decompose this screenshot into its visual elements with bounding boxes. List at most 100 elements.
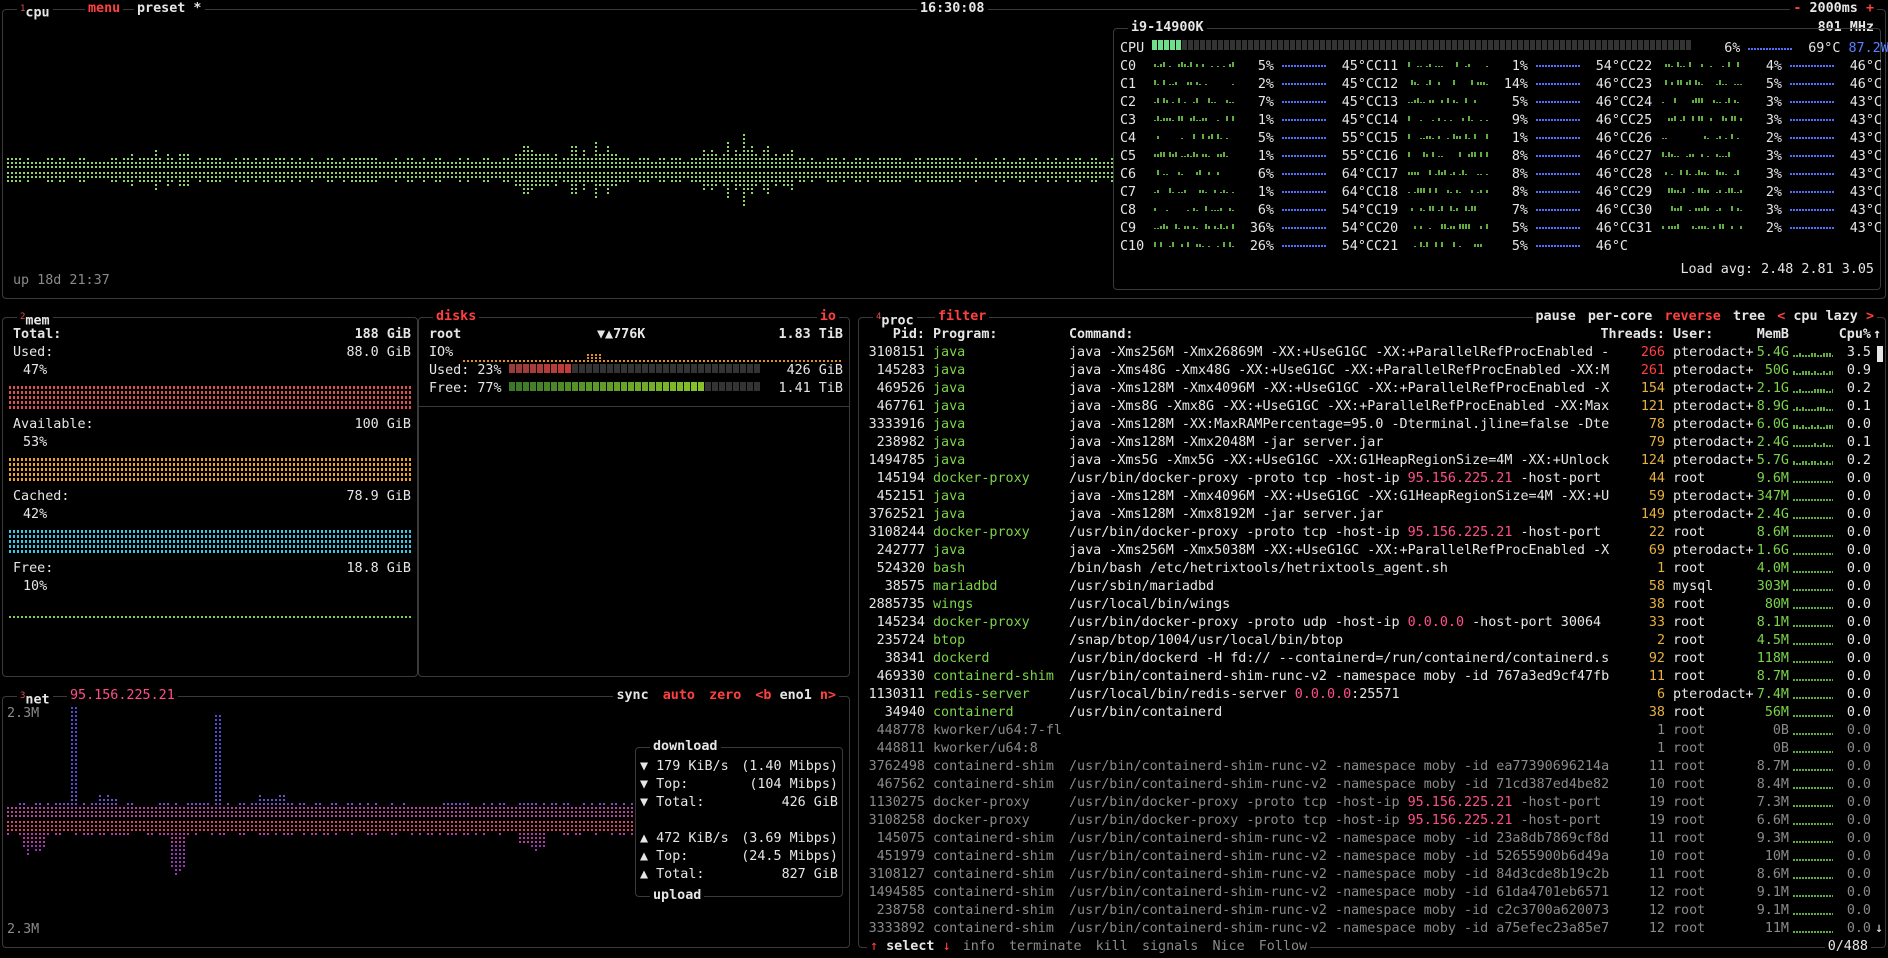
mem-graph-dot [409, 406, 411, 409]
preset-button[interactable]: preset * [134, 1, 205, 17]
cpu-graph-dot [1035, 158, 1037, 160]
mem-graph-dot [249, 550, 251, 553]
cpu-graph-dot [235, 162, 237, 164]
mem-graph-dot [241, 401, 243, 404]
cpu-graph-dot [107, 176, 109, 178]
zero-toggle[interactable]: zero [709, 688, 741, 703]
temp-dot [1799, 119, 1801, 121]
mem-graph-dot [81, 463, 83, 466]
interval-decrease[interactable]: - [1793, 1, 1801, 16]
mem-graph-dot [389, 545, 391, 548]
cpu-graph-dot [815, 166, 817, 168]
cpu-graph-dot [615, 184, 617, 186]
menu-button[interactable]: menu [85, 1, 124, 17]
mem-graph-dot [305, 463, 307, 466]
cpu-graph-dot [279, 158, 281, 160]
mem-graph-dot [101, 391, 103, 394]
core-pct: 2% [1765, 185, 1782, 200]
temp-dot [1285, 155, 1287, 157]
cpu-graph-dot [295, 176, 297, 178]
sync-toggle[interactable]: sync [616, 688, 648, 703]
cpu-graph-dot [727, 158, 729, 160]
auto-toggle[interactable]: auto [663, 688, 695, 703]
interval-increase[interactable]: + [1866, 1, 1874, 16]
cpu-graph-dot [715, 158, 717, 160]
iface-next[interactable]: n> [820, 688, 836, 703]
mem-graph-dot [237, 396, 239, 399]
meter-cell [1170, 40, 1176, 50]
temp-dot [1578, 65, 1580, 67]
cpu-graph-dot [183, 176, 185, 178]
temp-dot [1560, 245, 1562, 247]
cpu-graph-dot [531, 176, 533, 178]
core-spark-dot [1677, 190, 1679, 193]
cpu-graph-dot [1051, 166, 1053, 168]
cpu-graph-dot [179, 172, 181, 174]
mem-graph-dot [233, 396, 235, 399]
core-spark-dot [1453, 242, 1455, 247]
core-temp-graph [1790, 93, 1842, 111]
mem-graph-dot [125, 463, 127, 466]
mem-graph-dot [49, 458, 51, 461]
mem-graph-dot [69, 463, 71, 466]
mem-graph-dot [57, 535, 59, 538]
mem-graph-dot [41, 478, 43, 481]
core-sparkline [1662, 98, 1739, 103]
mem-graph-dot [369, 535, 371, 538]
cpu-graph-dot [855, 180, 857, 182]
cpu-graph-dot [431, 172, 433, 174]
temp-dot [1790, 119, 1792, 121]
disk-used-meter-bar [509, 364, 760, 373]
mem-graph-dot [25, 535, 27, 538]
cpu-graph-dot [1023, 166, 1025, 168]
temp-dot [1554, 83, 1556, 85]
net-dl-dot [75, 731, 77, 733]
core-usage-graph [1662, 111, 1742, 129]
core-name: C3 [1120, 113, 1137, 128]
mem-cached-value: 78.9 GiB [346, 489, 412, 504]
cpu-graph-dot [767, 158, 769, 160]
mem-graph-dot [353, 396, 355, 399]
mem-graph-dot [165, 540, 167, 543]
io-toggle[interactable]: io [816, 309, 839, 325]
cpu-graph-dot [359, 158, 361, 160]
temp-dot [1282, 209, 1284, 211]
core-spark-dot [1199, 120, 1201, 121]
update-interval[interactable]: - 2000ms + [1790, 1, 1877, 17]
cpu-graph-dot [115, 162, 117, 164]
core-spark-dot [1154, 192, 1156, 193]
mem-graph-dot [157, 530, 159, 533]
mem-graph-dot [309, 473, 311, 476]
iface-prev[interactable]: <b [755, 688, 771, 703]
net-ul-dot [11, 821, 13, 823]
cpu-graph-dot [967, 172, 969, 174]
core-temp-sparkline [1790, 137, 1834, 139]
core-spark-dot [1465, 134, 1467, 139]
temp-dot [1566, 119, 1568, 121]
net-ul-dot [67, 825, 69, 827]
core-name: C23 [1628, 77, 1653, 92]
core-spark-dot [1722, 224, 1724, 229]
mem-graph-dot [329, 401, 331, 404]
mem-graph-dot [329, 535, 331, 538]
mem-graph-dot [265, 478, 267, 481]
cpu-graph-dot [531, 172, 533, 174]
cpu-graph-dot [135, 172, 137, 174]
cpu-tab[interactable]: 1cpu [17, 1, 53, 22]
core-spark-dot [1157, 98, 1159, 103]
disks-tab[interactable]: disks [433, 309, 480, 325]
mem-graph-dot [165, 458, 167, 461]
mem-graph-dot [97, 463, 99, 466]
core-name: C30 [1628, 203, 1653, 218]
net-dl-dot [71, 803, 73, 805]
cpu-graph-dot [535, 176, 537, 178]
temp-dot [1823, 227, 1825, 229]
meter-cell [1530, 40, 1536, 50]
temp-dot [1306, 137, 1308, 139]
cpu-total-meter [1152, 39, 1698, 57]
mem-graph-dot [277, 396, 279, 399]
cpu-graph-dot [503, 176, 505, 178]
mem-graph-dot [341, 530, 343, 533]
cpu-graph-dot [243, 176, 245, 178]
cpu-graph-dot [351, 172, 353, 174]
